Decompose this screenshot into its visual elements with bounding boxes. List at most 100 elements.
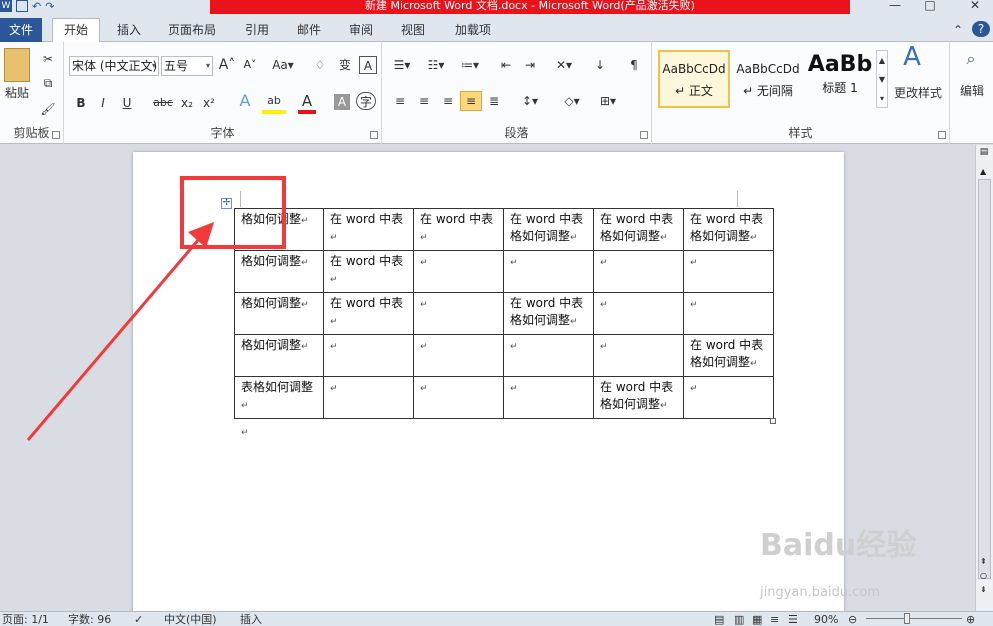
table-cell[interactable]: 在 word 中表 ↵ bbox=[323, 292, 414, 335]
style-heading1[interactable]: AaBb 标题 1 bbox=[804, 50, 876, 108]
table-cell[interactable]: ↵ bbox=[503, 250, 594, 293]
tab-addins[interactable]: 加载项 bbox=[446, 20, 500, 42]
char-border-icon[interactable]: A bbox=[359, 56, 377, 74]
zoom-in-icon[interactable]: ⊕ bbox=[966, 613, 975, 626]
tab-view[interactable]: 视图 bbox=[392, 20, 434, 42]
table-cell[interactable]: ↵ bbox=[323, 376, 414, 419]
redo-icon[interactable]: ↷ bbox=[45, 0, 54, 14]
change-case-icon[interactable]: Aa▾ bbox=[270, 56, 296, 74]
ruler-toggle-icon[interactable]: ▤ bbox=[977, 147, 991, 161]
table-cell[interactable]: ↵ bbox=[413, 334, 504, 377]
tab-review[interactable]: 审阅 bbox=[340, 20, 382, 42]
table-cell[interactable]: 格如何调整↵ bbox=[234, 250, 324, 293]
distribute-icon[interactable]: ≣ bbox=[484, 92, 504, 110]
clear-format-icon[interactable]: ♢ bbox=[310, 56, 330, 74]
tab-page-layout[interactable]: 页面布局 bbox=[160, 20, 224, 42]
style-no-spacing[interactable]: AaBbCcDd ↵ 无间隔 bbox=[732, 50, 804, 108]
tab-home[interactable]: 开始 bbox=[52, 18, 100, 43]
minimize-ribbon-icon[interactable]: ⌃ bbox=[950, 20, 966, 42]
zoom-slider[interactable] bbox=[866, 618, 962, 619]
maximize-button[interactable]: □ bbox=[915, 0, 945, 14]
paragraph-launcher-icon[interactable] bbox=[640, 131, 648, 139]
vertical-scrollbar[interactable]: ▤ ▲ ⇞ ○ ⇟ bbox=[975, 145, 993, 611]
table-cell[interactable]: 格如何调整↵ bbox=[234, 334, 324, 377]
table-cell[interactable]: 在 word 中表 ↵ bbox=[413, 208, 504, 251]
tab-references[interactable]: 引用 bbox=[236, 20, 278, 42]
zoom-slider-thumb[interactable] bbox=[904, 613, 910, 624]
table-cell[interactable]: ↵ bbox=[413, 250, 504, 293]
multilevel-list-icon[interactable]: ≔▾ bbox=[456, 56, 484, 74]
table-cell[interactable]: ↵ bbox=[503, 376, 594, 419]
numbering-icon[interactable]: ☷▾ bbox=[422, 56, 450, 74]
proofing-icon[interactable]: ✓ bbox=[134, 613, 143, 626]
highlight-icon[interactable]: ab bbox=[262, 92, 286, 114]
table-cell[interactable]: ↵ bbox=[593, 250, 684, 293]
web-layout-icon[interactable]: ▦ bbox=[752, 613, 762, 626]
select-browse-icon[interactable]: ○ bbox=[980, 571, 987, 580]
close-button[interactable]: ✕ bbox=[960, 0, 990, 14]
grow-font-icon[interactable]: A˄ bbox=[216, 56, 238, 74]
prev-page-icon[interactable]: ⇞ bbox=[980, 557, 987, 566]
table-cell[interactable]: 在 word 中表格如何调整↵ bbox=[593, 376, 684, 419]
borders-icon[interactable]: ⊞▾ bbox=[594, 92, 622, 110]
outline-icon[interactable]: ≡ bbox=[770, 613, 779, 626]
align-center-icon[interactable]: ≡ bbox=[414, 92, 434, 110]
table-cell[interactable]: 在 word 中表格如何调整↵ bbox=[503, 208, 594, 251]
scroll-thumb[interactable] bbox=[978, 179, 991, 579]
zoom-out-icon[interactable]: ⊖ bbox=[848, 613, 857, 626]
table-cell[interactable]: 在 word 中表格如何调整↵ bbox=[593, 208, 684, 251]
table-cell[interactable]: 在 word 中表格如何调整↵ bbox=[683, 208, 774, 251]
find-icon[interactable]: ⌕ bbox=[958, 50, 984, 68]
italic-button[interactable]: I bbox=[96, 94, 110, 112]
superscript-button[interactable]: x² bbox=[200, 94, 218, 112]
page-count[interactable]: 页面: 1/1 bbox=[2, 613, 49, 626]
align-left-icon[interactable]: ≡ bbox=[390, 92, 410, 110]
tab-file[interactable]: 文件 bbox=[0, 18, 42, 42]
bold-button[interactable]: B bbox=[74, 94, 88, 112]
change-styles-button[interactable]: 更改样式 bbox=[890, 84, 946, 102]
table-cell[interactable]: ↵ bbox=[593, 334, 684, 377]
tab-mailings[interactable]: 邮件 bbox=[288, 20, 330, 42]
tab-insert[interactable]: 插入 bbox=[108, 20, 150, 42]
chinese-layout-icon[interactable]: ✕▾ bbox=[550, 56, 578, 74]
print-layout-icon[interactable]: ▤ bbox=[714, 613, 724, 626]
table-cell[interactable]: ↵ bbox=[593, 292, 684, 335]
font-launcher-icon[interactable] bbox=[370, 131, 378, 139]
editing-button[interactable]: 编辑 bbox=[952, 82, 992, 100]
scroll-up-icon[interactable]: ▲ bbox=[980, 167, 986, 176]
next-page-icon[interactable]: ⇟ bbox=[980, 585, 987, 594]
zoom-level[interactable]: 90% bbox=[814, 613, 838, 626]
justify-icon[interactable]: ≡ bbox=[460, 91, 482, 111]
table-cell[interactable]: ↵ bbox=[683, 376, 774, 419]
enclose-char-icon[interactable]: 字 bbox=[356, 92, 376, 110]
copy-icon[interactable]: ⧉ bbox=[40, 74, 56, 92]
cut-icon[interactable]: ✂ bbox=[40, 50, 56, 68]
show-marks-icon[interactable]: ¶ bbox=[626, 56, 642, 74]
shrink-font-icon[interactable]: A˅ bbox=[239, 56, 261, 74]
table-cell[interactable]: 在 word 中表格如何调整↵ bbox=[683, 334, 774, 377]
font-name-select[interactable]: 宋体 (中文正文) ▾ bbox=[69, 56, 159, 76]
char-shading-icon[interactable]: A bbox=[334, 94, 350, 110]
shading-icon[interactable]: ◇▾ bbox=[558, 92, 586, 110]
font-color-icon[interactable]: A bbox=[298, 92, 316, 114]
sort-icon[interactable]: ↓ bbox=[590, 56, 610, 74]
table-cell[interactable]: ↵ bbox=[683, 250, 774, 293]
change-styles-icon[interactable]: A bbox=[898, 44, 926, 70]
table-cell[interactable]: ↵ bbox=[413, 376, 504, 419]
table-cell[interactable]: 在 word 中表 ↵ bbox=[323, 208, 414, 251]
styles-scroll-icon[interactable]: ▲ ▼ ▾ bbox=[876, 50, 888, 108]
table-cell[interactable]: 在 word 中表 ↵ bbox=[323, 250, 414, 293]
strikethrough-button[interactable]: abc bbox=[152, 94, 174, 112]
styles-launcher-icon[interactable] bbox=[938, 131, 946, 139]
word-table[interactable]: 格如何调整↵ 在 word 中表↵ 在 word 中表↵ 在 word 中表格如何调整… bbox=[234, 208, 774, 419]
help-icon[interactable]: ? bbox=[972, 21, 990, 37]
style-normal[interactable]: AaBbCcDd ↵ 正文 bbox=[658, 50, 730, 108]
font-size-select[interactable]: 五号 ▾ bbox=[161, 56, 213, 76]
align-right-icon[interactable]: ≡ bbox=[438, 92, 458, 110]
paste-icon[interactable] bbox=[4, 48, 30, 82]
paste-button[interactable]: 粘贴 bbox=[2, 84, 32, 102]
subscript-button[interactable]: x₂ bbox=[178, 94, 196, 112]
table-cell[interactable]: 在 word 中表格如何调整↵ bbox=[503, 292, 594, 335]
table-cell[interactable]: 格如何调整↵ bbox=[234, 292, 324, 335]
table-cell[interactable]: ↵ bbox=[683, 292, 774, 335]
